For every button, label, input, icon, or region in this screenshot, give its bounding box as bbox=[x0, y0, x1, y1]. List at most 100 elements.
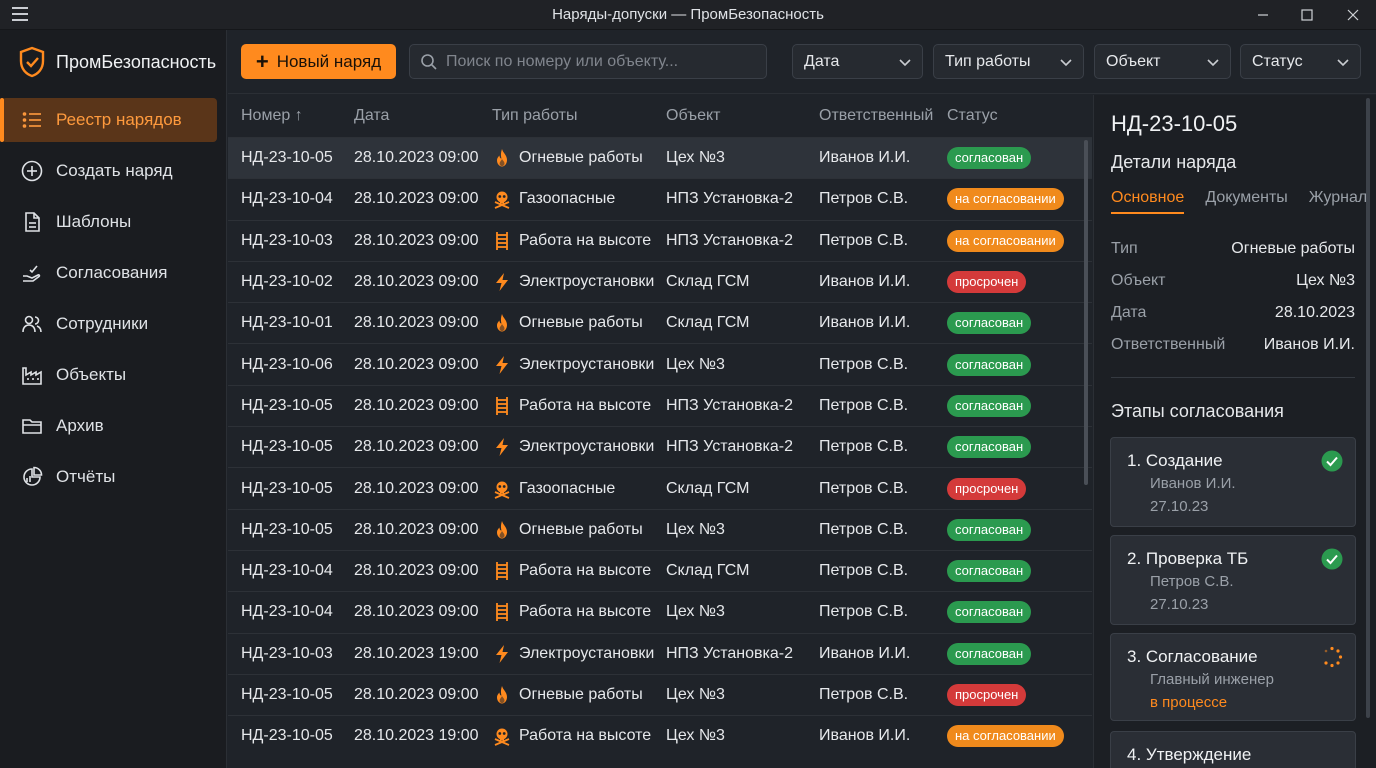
tab-journal[interactable]: Журнал bbox=[1309, 189, 1367, 214]
table-row[interactable]: НД-23-10-05 28.10.2023 09:00 Огневые работ… bbox=[228, 673, 1092, 715]
table-row[interactable]: НД-23-10-03 28.10.2023 19:00 Электроустано… bbox=[228, 632, 1092, 674]
sidebar-item-users[interactable]: Сотрудники bbox=[2, 302, 217, 346]
lightning-icon bbox=[492, 437, 512, 457]
stage-card[interactable]: 4. Утверждение bbox=[1110, 731, 1356, 768]
cell-status: согласован bbox=[947, 394, 1032, 417]
header-date[interactable]: Дата bbox=[354, 107, 389, 125]
table-row[interactable]: НД-23-10-01 28.10.2023 09:00 Огневые работ… bbox=[228, 302, 1092, 343]
status-badge: согласован bbox=[947, 312, 1032, 335]
cell-type: Работа на высоте bbox=[492, 561, 651, 581]
cell-type: Газоопасные bbox=[492, 189, 615, 210]
table-row[interactable]: НД-23-10-05 28.10.2023 09:00 Электроустано… bbox=[228, 426, 1092, 467]
hamburger-menu-icon[interactable] bbox=[12, 7, 28, 21]
stage-date: 27.10.23 bbox=[1150, 498, 1209, 515]
cell-status: просрочен bbox=[947, 477, 1027, 500]
cell-responsible: Петров С.В. bbox=[819, 355, 909, 373]
status-badge: согласован bbox=[947, 642, 1032, 665]
cell-status: согласован bbox=[947, 560, 1032, 583]
sidebar-item-report-chart[interactable]: Отчёты bbox=[2, 455, 217, 499]
sidebar-item-list[interactable]: Реестр нарядов bbox=[0, 98, 217, 142]
cell-date: 28.10.2023 09:00 bbox=[354, 686, 479, 703]
minimize-button[interactable] bbox=[1240, 0, 1286, 30]
status-filter-dropdown[interactable]: Статус bbox=[1240, 44, 1361, 79]
search-box bbox=[409, 44, 767, 79]
sidebar-nav: Реестр нарядов Создать наряд Шаблоны Соглас… bbox=[0, 98, 227, 506]
stage-card[interactable]: 3. Согласование Главный инженер в процес… bbox=[1110, 633, 1356, 721]
header-status[interactable]: Статус bbox=[947, 107, 998, 125]
table-row[interactable]: НД-23-10-05 28.10.2023 09:00 Огневые работ… bbox=[228, 508, 1092, 550]
stage-name: 1. Создание bbox=[1127, 451, 1223, 470]
cell-date: 28.10.2023 09:00 bbox=[354, 314, 479, 332]
header-object[interactable]: Объект bbox=[666, 107, 720, 125]
chevron-down-icon bbox=[1207, 59, 1219, 67]
search-input[interactable] bbox=[446, 52, 746, 71]
stage-card[interactable]: 1. Создание Иванов И.И. 27.10.23 bbox=[1110, 437, 1356, 527]
sidebar-item-folder[interactable]: Архив bbox=[2, 404, 217, 448]
table-row[interactable]: НД-23-10-05 28.10.2023 09:00 Газоопасные Ск… bbox=[228, 467, 1092, 508]
ladder-icon bbox=[492, 396, 512, 416]
sidebar-item-approval-hand[interactable]: Согласования bbox=[2, 251, 217, 295]
cell-date: 28.10.2023 09:00 bbox=[354, 190, 479, 208]
cell-object: Цех №3 bbox=[666, 355, 725, 373]
header-responsible[interactable]: Ответственный bbox=[819, 107, 933, 125]
maximize-button[interactable] bbox=[1284, 0, 1330, 30]
tab-main[interactable]: Основное bbox=[1111, 189, 1185, 214]
divider bbox=[1111, 377, 1355, 378]
new-permit-button[interactable]: + Новый наряд bbox=[241, 44, 396, 79]
table-row[interactable]: НД-23-10-04 28.10.2023 09:00 Газоопасные НП… bbox=[228, 178, 1092, 219]
check-circle-icon bbox=[1321, 450, 1343, 472]
status-badge: просрочен bbox=[947, 684, 1027, 706]
type-filter-dropdown[interactable]: Тип работы bbox=[933, 44, 1084, 79]
cell-type-label: Огневые работы bbox=[519, 686, 643, 703]
status-badge: просрочен bbox=[947, 271, 1027, 294]
cell-type: Работа на высоте bbox=[492, 231, 651, 251]
sidebar-item-plus-circle[interactable]: Создать наряд bbox=[2, 149, 217, 193]
fire-icon bbox=[492, 148, 512, 168]
cell-number: НД-23-10-05 bbox=[241, 396, 333, 414]
cell-status: на согласовании bbox=[947, 188, 1064, 211]
object-filter-dropdown[interactable]: Объект bbox=[1094, 44, 1231, 79]
cell-status: на согласовании bbox=[947, 229, 1064, 252]
gas-hazard-icon bbox=[492, 726, 512, 747]
cell-status: на согласовании bbox=[947, 725, 1064, 748]
cell-number: НД-23-10-01 bbox=[241, 314, 333, 332]
status-badge: согласован bbox=[947, 394, 1032, 417]
cell-type: Работа на высоте bbox=[492, 602, 651, 622]
cell-object: Склад ГСМ bbox=[666, 562, 750, 580]
status-badge: просрочен bbox=[947, 477, 1027, 500]
table-row[interactable]: НД-23-10-05 28.10.2023 09:00 Огневые работ… bbox=[228, 137, 1092, 179]
table-row[interactable]: НД-23-10-06 28.10.2023 09:00 Электроустано… bbox=[228, 343, 1092, 384]
status-badge: согласован bbox=[947, 353, 1032, 376]
cell-responsible: Иванов И.И. bbox=[819, 727, 911, 745]
table-scrollbar[interactable] bbox=[1084, 140, 1088, 485]
table-row[interactable]: НД-23-10-03 28.10.2023 09:00 Работа на выс… bbox=[228, 219, 1092, 261]
sidebar-item-factory[interactable]: Объекты bbox=[2, 353, 217, 397]
table-row[interactable]: НД-23-10-04 28.10.2023 09:00 Работа на выс… bbox=[228, 549, 1092, 591]
table-row[interactable]: НД-23-10-02 28.10.2023 09:00 Электроустано… bbox=[228, 260, 1092, 302]
cell-status: согласован bbox=[947, 353, 1032, 376]
details-scrollbar[interactable] bbox=[1366, 98, 1370, 718]
cell-status: просрочен bbox=[947, 271, 1027, 294]
table-row[interactable]: НД-23-10-05 28.10.2023 19:00 Работа на выс… bbox=[228, 715, 1092, 756]
brand: ПромБезопасность bbox=[18, 46, 216, 78]
table-row[interactable]: НД-23-10-04 28.10.2023 09:00 Работа на выс… bbox=[228, 591, 1092, 632]
close-icon bbox=[1347, 9, 1359, 21]
close-button[interactable] bbox=[1330, 0, 1376, 30]
cell-number: НД-23-10-05 bbox=[241, 727, 333, 745]
sidebar-item-document[interactable]: Шаблоны bbox=[2, 200, 217, 244]
date-filter-dropdown[interactable]: Дата bbox=[792, 44, 923, 79]
cell-object: НПЗ Установка-2 bbox=[666, 438, 794, 456]
status-badge: согласован bbox=[947, 560, 1032, 583]
table-row[interactable]: НД-23-10-05 28.10.2023 09:00 Работа на выс… bbox=[228, 384, 1092, 426]
cell-object: Склад ГСМ bbox=[666, 479, 750, 497]
tab-documents[interactable]: Документы bbox=[1205, 189, 1287, 214]
cell-object: Цех №3 bbox=[666, 149, 725, 167]
sidebar-item-label: Реестр нарядов bbox=[56, 110, 182, 129]
header-type[interactable]: Тип работы bbox=[492, 107, 577, 125]
details-panel: НД-23-10-05 Детали наряда Основное Докум… bbox=[1093, 95, 1376, 768]
search-icon bbox=[421, 53, 437, 70]
header-number[interactable]: Номер ↑ bbox=[241, 107, 303, 125]
list-icon bbox=[20, 108, 44, 132]
fire-icon bbox=[492, 313, 512, 333]
stage-card[interactable]: 2. Проверка ТБ Петров С.В. 27.10.23 bbox=[1110, 535, 1356, 625]
